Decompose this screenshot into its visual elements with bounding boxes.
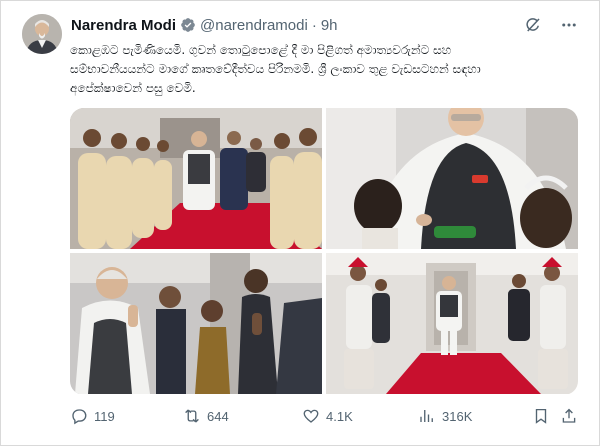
author-handle[interactable]: @narendramodi [200, 17, 308, 34]
timestamp[interactable]: 9h [321, 17, 338, 34]
photo-airport-welcome[interactable] [70, 108, 322, 249]
share-button[interactable] [560, 407, 578, 425]
verified-badge-icon [180, 17, 196, 33]
more-icon[interactable] [560, 16, 578, 34]
bookmark-button[interactable] [532, 407, 550, 425]
like-button[interactable]: 4.1K [302, 407, 353, 425]
heart-icon [302, 407, 320, 425]
share-icon [560, 407, 578, 425]
reply-count: 119 [94, 408, 115, 424]
action-bar: 119 644 4.1K 316K [70, 405, 580, 427]
photo-blessing-child[interactable] [326, 108, 578, 249]
reply-button[interactable]: 119 [70, 407, 115, 425]
reply-icon [70, 407, 88, 425]
views-icon [418, 407, 436, 425]
author-name[interactable]: Narendra Modi [71, 17, 176, 34]
tweet-text: කොළඹට පැමිණියෙමි. ගුවන් තොටුපොළේ දී මා ප… [70, 41, 580, 98]
repost-icon [183, 407, 201, 425]
grok-icon[interactable] [524, 16, 542, 34]
repost-count: 644 [207, 408, 229, 424]
bookmark-icon [532, 407, 550, 425]
media-grid [70, 108, 578, 395]
like-count: 4.1K [326, 408, 353, 424]
avatar[interactable] [22, 14, 62, 54]
views-button[interactable]: 316K [418, 407, 472, 425]
tweet-line: කොළඹට පැමිණියෙමි. ගුවන් තොටුපොළේ දී මා ප… [70, 43, 452, 57]
photo-greeting-dignitaries[interactable] [70, 253, 322, 394]
tweet-line: අපේක්ෂාවෙන් පසු වෙමි. [70, 81, 196, 95]
repost-button[interactable]: 644 [183, 407, 229, 425]
separator-dot: · [311, 16, 317, 34]
views-count: 316K [442, 408, 473, 424]
tweet-line: සම්භාවනීයයන්ට මාගේ කෘතවේදීත්වය පිරිනමමි.… [70, 62, 481, 76]
photo-arrival-dancers[interactable] [326, 253, 578, 394]
